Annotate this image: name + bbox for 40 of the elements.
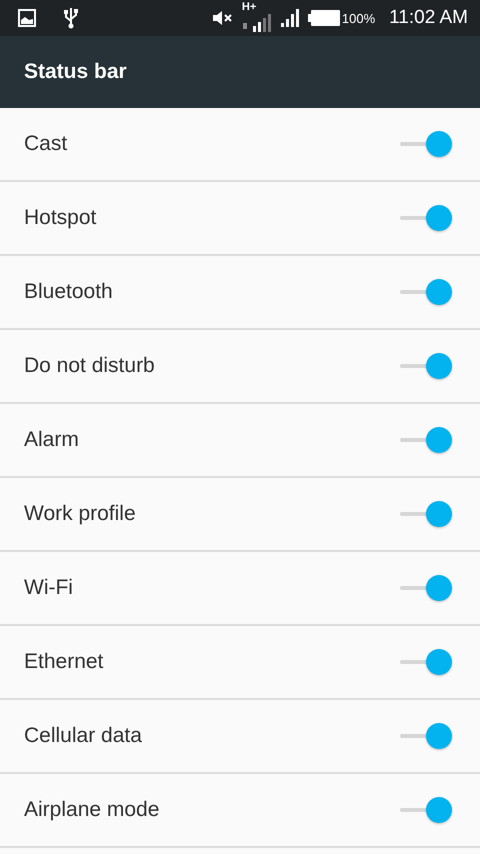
setting-label: Bluetooth <box>24 280 113 304</box>
toggle-switch[interactable] <box>400 204 452 232</box>
settings-row[interactable]: Work profile <box>0 478 480 552</box>
image-icon <box>18 9 36 27</box>
usb-icon <box>64 7 78 29</box>
signal-icon <box>280 8 300 28</box>
settings-row[interactable]: Cellular data <box>0 700 480 774</box>
setting-label: Cellular data <box>24 724 142 748</box>
setting-label: Ethernet <box>24 650 104 674</box>
settings-row[interactable]: Bluetooth <box>0 256 480 330</box>
battery-percent: 100% <box>342 10 376 26</box>
settings-row[interactable]: Ethernet <box>0 626 480 700</box>
screen-title: Status bar <box>24 60 127 84</box>
setting-label: Wi-Fi <box>24 576 73 600</box>
settings-row[interactable]: Airplane mode <box>0 774 480 848</box>
toggle-switch[interactable] <box>400 426 452 454</box>
setting-label: Work profile <box>24 502 136 526</box>
toggle-switch[interactable] <box>400 796 452 824</box>
settings-row[interactable]: Wi-Fi <box>0 552 480 626</box>
settings-row[interactable]: Hotspot <box>0 182 480 256</box>
setting-label: Do not disturb <box>24 354 155 378</box>
settings-row[interactable]: Do not disturb <box>0 330 480 404</box>
setting-label: Cast <box>24 132 68 156</box>
settings-row[interactable]: Alarm <box>0 404 480 478</box>
network-type-label: H+ <box>242 1 256 13</box>
settings-row[interactable]: Cast <box>0 108 480 182</box>
setting-label: Airplane mode <box>24 798 160 822</box>
toggle-switch[interactable] <box>400 722 452 750</box>
toggle-switch[interactable] <box>400 352 452 380</box>
toggle-switch[interactable] <box>400 130 452 158</box>
setting-label: Hotspot <box>24 206 96 230</box>
toggle-switch[interactable] <box>400 648 452 676</box>
battery-icon <box>308 10 340 26</box>
toggle-switch[interactable] <box>400 278 452 306</box>
toggle-switch[interactable] <box>400 500 452 528</box>
clock-time: 11:02 AM <box>389 7 468 29</box>
setting-label: Alarm <box>24 428 79 452</box>
mute-icon <box>212 10 234 26</box>
toggle-switch[interactable] <box>400 574 452 602</box>
signal-icon <box>242 13 272 33</box>
